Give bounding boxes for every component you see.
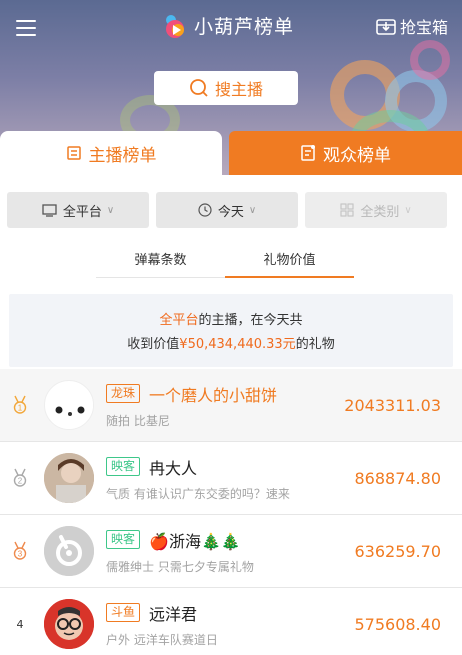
rank-number: 4: [16, 617, 24, 631]
summary-text: 的主播，在今天共: [198, 313, 303, 328]
avatar[interactable]: [44, 380, 94, 430]
header-banner: 小葫芦榜单 抢宝箱 搜主播 主播榜单 观众榜单: [0, 0, 462, 175]
treasure-box-button[interactable]: 抢宝箱: [376, 14, 448, 38]
rank-medal-silver: 2: [0, 468, 40, 488]
avatar[interactable]: [44, 599, 94, 649]
tab-anchor-ranking[interactable]: 主播榜单: [0, 131, 222, 175]
anchor-name[interactable]: 🍎浙海🎄🎄: [149, 528, 241, 552]
search-icon: [190, 79, 208, 97]
filter-label: 全类别: [360, 204, 400, 220]
svg-text:2: 2: [18, 477, 23, 486]
list-item[interactable]: 3 映客 🍎浙海🎄🎄 儒雅绅士 只需七夕专属礼物 636259.70: [0, 515, 462, 588]
svg-text:3: 3: [18, 550, 23, 559]
chevron-down-icon: ∨: [404, 204, 412, 216]
app-logo: 小葫芦榜单: [162, 12, 294, 39]
app-title: 小葫芦榜单: [194, 16, 295, 38]
anchor-name[interactable]: 一个磨人的小甜饼: [149, 382, 277, 406]
medal-icon: 1: [13, 395, 27, 414]
rank-medal-bronze: 3: [0, 541, 40, 561]
document-icon: [301, 145, 315, 161]
ranking-list: 1 龙珠 一个磨人的小甜饼 随拍 比基尼 2043311.03 2 映客 冉大人…: [0, 369, 462, 655]
platform-badge: 龙珠: [106, 384, 141, 403]
platform-filter[interactable]: 全平台 ∨: [7, 192, 149, 228]
rank-medal-gold: 1: [0, 395, 40, 415]
summary-amount: ¥50,434,440.33元: [179, 337, 296, 352]
anchor-name[interactable]: 远洋君: [149, 601, 197, 625]
list-item[interactable]: 1 龙珠 一个磨人的小甜饼 随拍 比基尼 2043311.03: [0, 369, 462, 442]
grid-icon: [340, 203, 354, 217]
date-filter[interactable]: 今天 ∨: [156, 192, 298, 228]
avatar[interactable]: [44, 526, 94, 576]
tab-label: 观众榜单: [323, 145, 391, 166]
tab-danmaku-count[interactable]: 弹幕条数: [96, 240, 225, 277]
tab-audience-ranking[interactable]: 观众榜单: [229, 131, 462, 175]
filter-label: 全平台: [62, 204, 102, 220]
treasure-label: 抢宝箱: [399, 18, 448, 37]
gift-value: 868874.80: [354, 469, 441, 488]
platform-badge: 映客: [106, 530, 141, 549]
cute-face-avatar: [46, 382, 93, 429]
platform-badge: 斗鱼: [106, 603, 141, 622]
filter-label: 今天: [217, 204, 244, 220]
gift-value: 575608.40: [354, 615, 441, 634]
avatar[interactable]: [44, 453, 94, 503]
sub-tab-bar: 弹幕条数 礼物价值: [96, 240, 354, 278]
cartoon-avatar: [44, 599, 94, 649]
anchor-name[interactable]: 冉大人: [149, 455, 197, 479]
list-item[interactable]: 4 斗鱼 远洋君 户外 远洋车队赛道日 575608.40: [0, 588, 462, 655]
gift-value: 636259.70: [354, 542, 441, 561]
menu-icon[interactable]: [16, 20, 36, 36]
summary-box: 全平台的主播，在今天共 收到价值¥50,434,440.33元的礼物: [9, 294, 453, 367]
chevron-down-icon: ∨: [248, 204, 257, 216]
tab-gift-value[interactable]: 礼物价值: [225, 240, 354, 278]
list-icon: [66, 146, 81, 160]
clock-icon: [198, 203, 212, 217]
gift-value: 2043311.03: [344, 396, 441, 415]
gourd-logo-icon: [166, 14, 184, 38]
search-label: 搜主播: [214, 80, 263, 99]
svg-text:1: 1: [18, 404, 23, 413]
summary-text: 的礼物: [295, 337, 335, 352]
monitor-icon: [42, 203, 57, 217]
list-item[interactable]: 2 映客 冉大人 气质 有谁认识广东交委的吗？速来 868874.80: [0, 442, 462, 515]
summary-text: 收到价值: [127, 337, 180, 352]
default-avatar-icon: [44, 526, 94, 576]
chevron-down-icon: ∨: [106, 204, 115, 216]
photo-avatar: [44, 453, 94, 503]
decor-gourd: [410, 40, 450, 80]
category-filter[interactable]: 全类别 ∨: [305, 192, 447, 228]
platform-badge: 映客: [106, 457, 141, 476]
tab-label: 主播榜单: [88, 145, 157, 166]
summary-platform: 全平台: [159, 313, 199, 328]
filter-bar: 全平台 ∨ 今天 ∨ 全类别 ∨: [7, 192, 447, 228]
search-anchor-button[interactable]: 搜主播: [154, 71, 298, 105]
summary-line-1: 全平台的主播，在今天共: [9, 309, 453, 333]
medal-icon: 3: [13, 541, 27, 560]
summary-line-2: 收到价值¥50,434,440.33元的礼物: [9, 333, 453, 357]
medal-icon: 2: [13, 468, 27, 487]
gift-box-icon: [376, 19, 396, 35]
